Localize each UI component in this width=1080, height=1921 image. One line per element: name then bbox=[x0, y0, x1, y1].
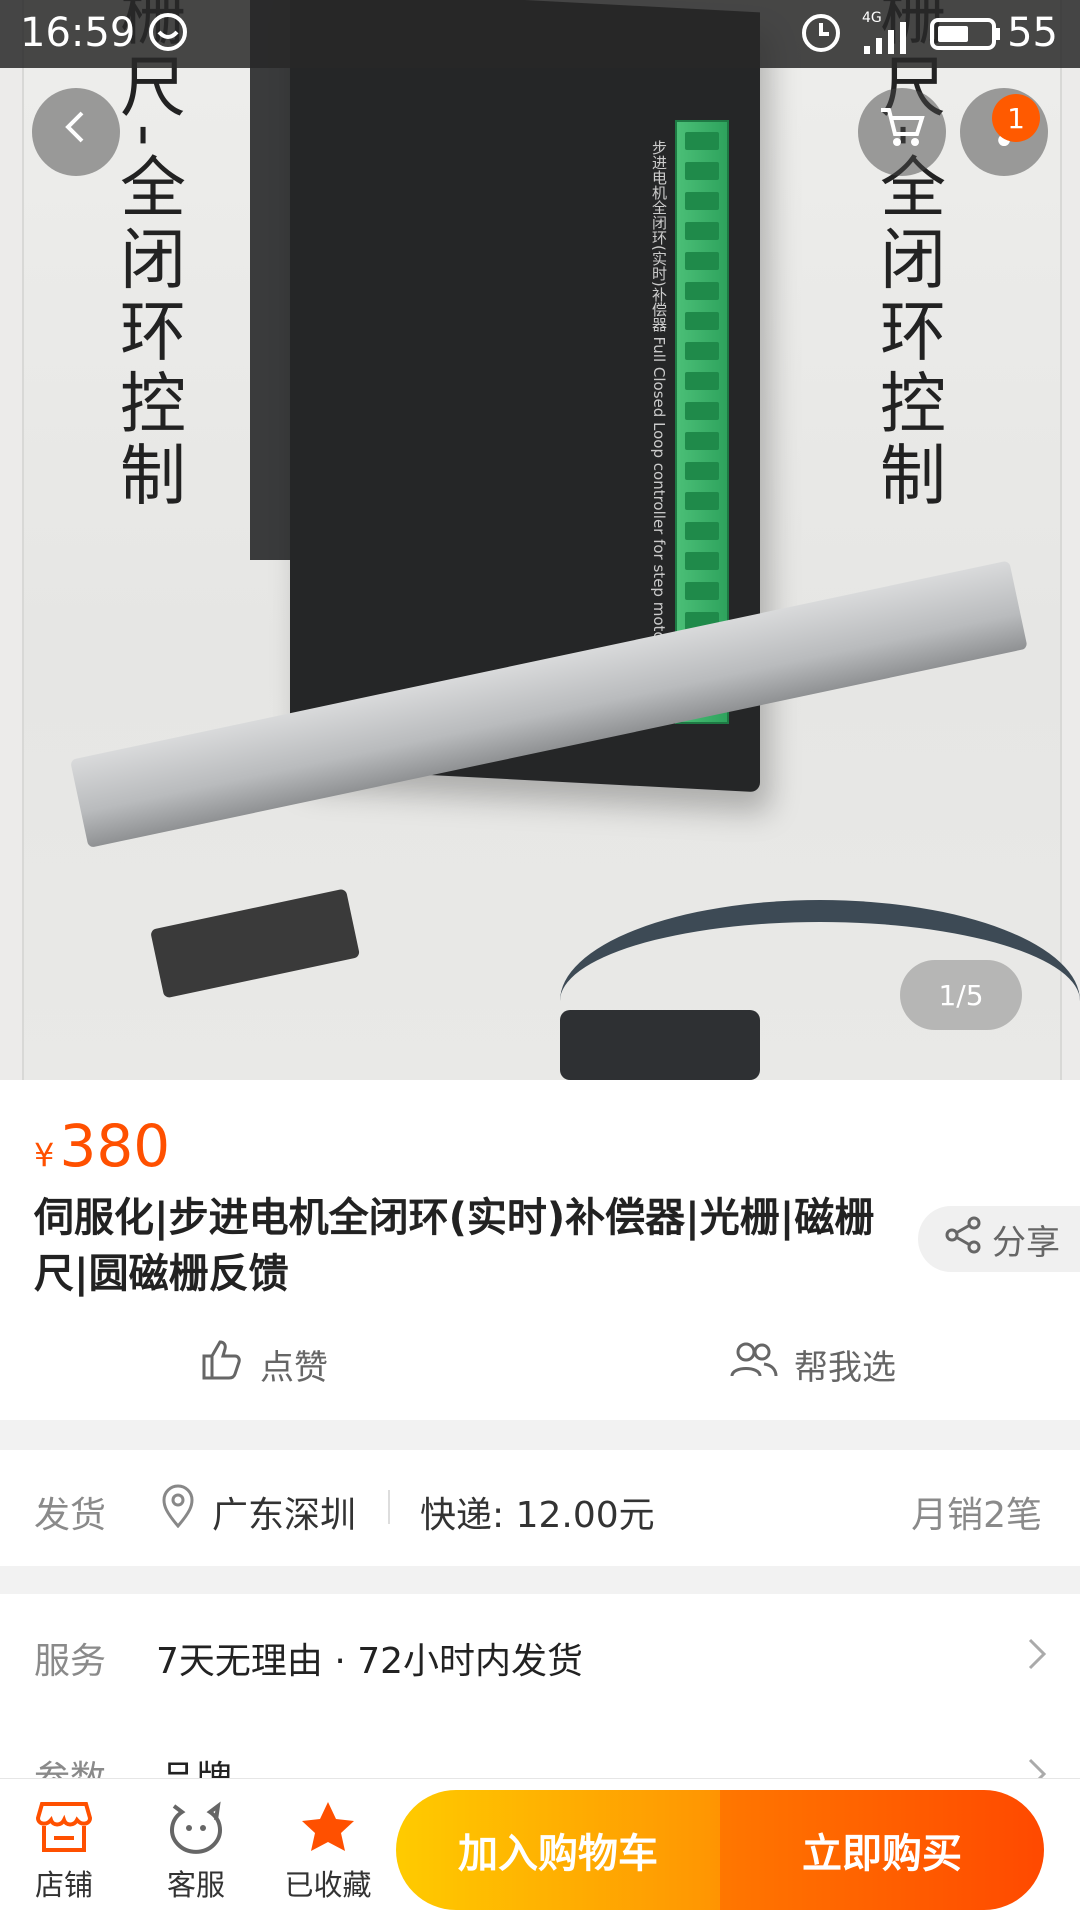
alarm-icon bbox=[800, 12, 842, 63]
signal-icon bbox=[862, 20, 912, 65]
monthly-sales: 月销2笔 bbox=[911, 1495, 1042, 1536]
thumbs-up-icon bbox=[200, 1338, 244, 1391]
shop-label: 店铺 bbox=[34, 1868, 93, 1902]
params-row[interactable]: 参数 品牌 bbox=[0, 1740, 1080, 1780]
buy-now-button[interactable]: 立即购买 bbox=[720, 1790, 1044, 1910]
currency-symbol: ¥ bbox=[34, 1136, 55, 1174]
shipping-row: 发货 广东深圳 快递: 12.00元 月销2笔 bbox=[0, 1450, 1080, 1566]
chevron-right-icon bbox=[1026, 1754, 1050, 1780]
cart-icon bbox=[877, 104, 927, 161]
controller-device-label: 步进电机全闭环(实时)补偿器 Full Closed Loop controll… bbox=[650, 140, 668, 647]
service-label: 服务 bbox=[34, 1641, 107, 1682]
support-button[interactable]: 客服 bbox=[146, 1800, 246, 1904]
status-time: 16:59 bbox=[20, 10, 136, 56]
image-counter: 1/5 bbox=[900, 960, 1022, 1030]
chevron-right-icon bbox=[1026, 1634, 1050, 1678]
product-title: 伺服化|步进电机全闭环(实时)补偿器|光栅|磁栅尺|圆磁栅反馈 bbox=[34, 1195, 875, 1297]
people-icon bbox=[728, 1338, 778, 1391]
shop-button[interactable]: 店铺 bbox=[14, 1800, 114, 1904]
product-photo-text-right: 栅尺-全闭环控制 bbox=[869, 0, 946, 513]
chevron-left-icon bbox=[56, 107, 96, 158]
params-value: 品牌 bbox=[160, 1759, 233, 1780]
battery-percent: 55 bbox=[1007, 10, 1058, 56]
chat-bot-icon bbox=[168, 1800, 224, 1862]
battery-icon bbox=[930, 16, 1002, 61]
favorite-button[interactable]: 已收藏 bbox=[278, 1800, 378, 1904]
shipping-label: 发货 bbox=[34, 1495, 107, 1536]
share-button[interactable]: 分享 bbox=[918, 1206, 1080, 1272]
back-button[interactable] bbox=[32, 88, 120, 176]
product-photo-text-left: 栅尺-全闭环控制 bbox=[109, 0, 186, 513]
support-label: 客服 bbox=[166, 1868, 225, 1902]
price-value: 380 bbox=[59, 1112, 171, 1180]
notification-icon bbox=[148, 12, 188, 61]
divider bbox=[388, 1490, 390, 1524]
service-row[interactable]: 服务 7天无理由 · 72小时内发货 bbox=[0, 1594, 1080, 1714]
add-to-cart-button[interactable]: 加入购物车 bbox=[396, 1790, 720, 1910]
service-value: 7天无理由 · 72小时内发货 bbox=[156, 1641, 584, 1682]
help-choose-button[interactable]: 帮我选 bbox=[728, 1338, 896, 1391]
like-button[interactable]: 点赞 bbox=[200, 1338, 328, 1391]
help-choose-label: 帮我选 bbox=[794, 1348, 896, 1388]
sensor-module bbox=[560, 1010, 760, 1080]
star-icon bbox=[300, 1800, 356, 1862]
cart-count-badge: 1 bbox=[992, 94, 1040, 142]
price: ¥ 380 bbox=[34, 1112, 170, 1180]
ship-from-location: 广东深圳 bbox=[212, 1495, 357, 1536]
status-bar: 16:59 4G 55 bbox=[0, 0, 1080, 68]
favorite-label: 已收藏 bbox=[284, 1868, 372, 1902]
like-label: 点赞 bbox=[260, 1348, 328, 1388]
share-icon bbox=[944, 1216, 982, 1263]
shop-icon bbox=[35, 1800, 93, 1862]
location-icon bbox=[160, 1484, 196, 1537]
delivery-fee: 快递: 12.00元 bbox=[420, 1495, 655, 1536]
share-label: 分享 bbox=[992, 1222, 1060, 1263]
params-label: 参数 bbox=[34, 1759, 107, 1780]
cart-button[interactable] bbox=[858, 88, 946, 176]
